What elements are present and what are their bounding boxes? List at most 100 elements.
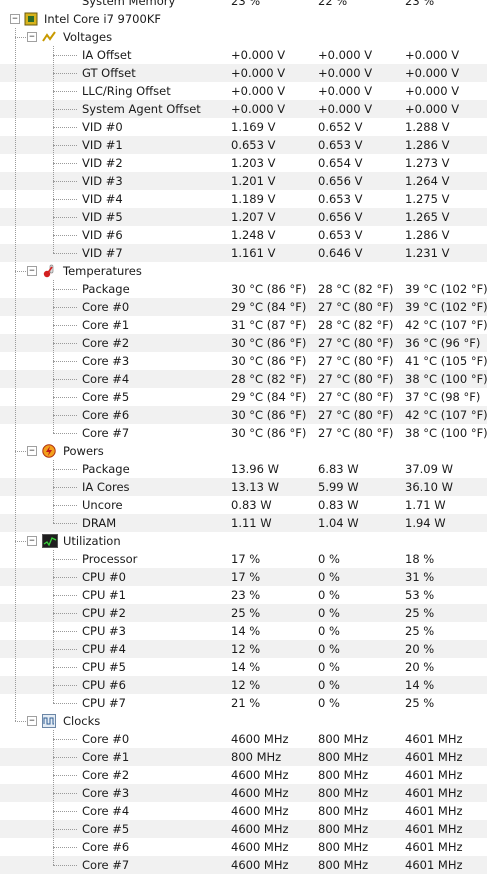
sensor-value: 1.161 V (231, 246, 276, 260)
sensor-value: 12 % (231, 678, 261, 692)
list-item[interactable]: Core #5 4600 MHz 800 MHz 4601 MHz (0, 820, 487, 838)
list-item[interactable]: VID #1 0.653 V 0.653 V 1.286 V (0, 136, 487, 154)
list-item[interactable]: Core #6 4600 MHz 800 MHz 4601 MHz (0, 838, 487, 856)
list-item[interactable]: Core #3 30 °C (86 °F) 27 °C (80 °F) 41 °C (… (0, 352, 487, 370)
list-item[interactable]: Core #1 800 MHz 800 MHz 4601 MHz (0, 748, 487, 766)
list-item[interactable]: Core #7 30 °C (86 °F) 27 °C (80 °F) 38 °C (… (0, 424, 487, 442)
list-item[interactable]: CPU #1 23 % 0 % 53 % (0, 586, 487, 604)
list-item[interactable]: CPU #6 12 % 0 % 14 % (0, 676, 487, 694)
sensor-value: 800 MHz (318, 732, 369, 746)
sensor-value: 27 °C (80 °F) (318, 372, 394, 386)
collapse-toggle[interactable]: − (27, 536, 37, 546)
sensor-value: 1.201 V (231, 174, 276, 188)
list-item[interactable]: IA Offset +0.000 V +0.000 V +0.000 V (0, 46, 487, 64)
list-item[interactable]: VID #5 1.207 V 0.656 V 1.265 V (0, 208, 487, 226)
tree-connector (53, 55, 77, 56)
sensor-value: 0 % (318, 606, 340, 620)
list-item[interactable]: GT Offset +0.000 V +0.000 V +0.000 V (0, 64, 487, 82)
sensor-value: 27 °C (80 °F) (318, 408, 394, 422)
list-item[interactable]: Core #5 29 °C (84 °F) 27 °C (80 °F) 37 °C (… (0, 388, 487, 406)
cpu-node[interactable]: − Intel Core i7 9700KF (0, 10, 487, 28)
group-temperatures[interactable]: − Temperatures (0, 262, 487, 280)
list-item[interactable]: IA Cores 13.13 W 5.99 W 36.10 W (0, 478, 487, 496)
sensor-value: 31 % (405, 570, 435, 584)
list-item[interactable]: CPU #4 12 % 0 % 20 % (0, 640, 487, 658)
list-item[interactable]: VID #2 1.203 V 0.654 V 1.273 V (0, 154, 487, 172)
tree-connector (53, 235, 77, 236)
collapse-toggle[interactable]: − (27, 266, 37, 276)
group-voltages[interactable]: − Voltages (0, 28, 487, 46)
list-item[interactable]: Core #4 28 °C (82 °F) 27 °C (80 °F) 38 °C (… (0, 370, 487, 388)
sensor-value: 0 % (318, 696, 340, 710)
sensor-value: 23 % (231, 588, 261, 602)
list-item[interactable]: LLC/Ring Offset +0.000 V +0.000 V +0.000 V (0, 82, 487, 100)
group-clocks[interactable]: − Clocks (0, 712, 487, 730)
list-item[interactable]: Core #7 4600 MHz 800 MHz 4601 MHz (0, 856, 487, 874)
sensor-value: 800 MHz (318, 750, 369, 764)
sensor-value: 27 °C (80 °F) (318, 426, 394, 440)
sensor-value: 42 °C (107 °F) (405, 408, 487, 422)
tree-connector (53, 181, 77, 182)
list-item[interactable]: CPU #7 21 % 0 % 25 % (0, 694, 487, 712)
sensor-value: 0 % (318, 660, 340, 674)
sensor-value: 0.83 W (231, 498, 272, 512)
list-item[interactable]: CPU #3 14 % 0 % 25 % (0, 622, 487, 640)
list-item[interactable]: CPU #5 14 % 0 % 20 % (0, 658, 487, 676)
sensor-value: 0 % (318, 624, 340, 638)
sensor-value: 4600 MHz (231, 804, 289, 818)
collapse-toggle[interactable]: − (27, 446, 37, 456)
list-item[interactable]: CPU #0 17 % 0 % 31 % (0, 568, 487, 586)
tree-connector (53, 397, 77, 398)
sensor-value: 4601 MHz (405, 858, 463, 872)
tree-connector (53, 631, 77, 632)
list-item[interactable]: System Memory 23 % 22 % 23 % (0, 0, 487, 10)
list-item[interactable]: Processor 17 % 0 % 18 % (0, 550, 487, 568)
tree-connector (53, 730, 54, 865)
sensor-value: 23 % (231, 0, 261, 8)
list-item[interactable]: Uncore 0.83 W 0.83 W 1.71 W (0, 496, 487, 514)
list-item[interactable]: VID #0 1.169 V 0.652 V 1.288 V (0, 118, 487, 136)
list-item[interactable]: VID #3 1.201 V 0.656 V 1.264 V (0, 172, 487, 190)
sensor-value: 39 °C (102 °F) (405, 300, 487, 314)
list-item[interactable]: Package 30 °C (86 °F) 28 °C (82 °F) 39 °C (… (0, 280, 487, 298)
list-item[interactable]: System Agent Offset +0.000 V +0.000 V +0.00… (0, 100, 487, 118)
list-item[interactable]: Core #0 29 °C (84 °F) 27 °C (80 °F) 39 °C (… (0, 298, 487, 316)
tree-connector (15, 37, 26, 38)
list-item[interactable]: DRAM 1.11 W 1.04 W 1.94 W (0, 514, 487, 532)
collapse-toggle[interactable]: − (27, 32, 37, 42)
sensor-label: Core #6 (82, 408, 130, 422)
collapse-toggle[interactable]: − (27, 716, 37, 726)
sensor-value: +0.000 V (318, 102, 373, 116)
sensor-value: 1.94 W (405, 516, 446, 530)
tree-connector (53, 703, 77, 704)
sensor-value: 800 MHz (318, 858, 369, 872)
collapse-toggle[interactable]: − (10, 14, 20, 24)
sensor-value: 41 °C (105 °F) (405, 354, 487, 368)
group-powers[interactable]: − Powers (0, 442, 487, 460)
sensor-value: 30 °C (86 °F) (231, 354, 307, 368)
list-item[interactable]: Core #2 4600 MHz 800 MHz 4601 MHz (0, 766, 487, 784)
list-item[interactable]: VID #6 1.248 V 0.653 V 1.286 V (0, 226, 487, 244)
list-item[interactable]: Core #1 31 °C (87 °F) 28 °C (82 °F) 42 °C (… (0, 316, 487, 334)
sensor-label: Package (82, 462, 130, 476)
sensor-value: +0.000 V (318, 48, 373, 62)
sensor-value: 800 MHz (318, 840, 369, 854)
list-item[interactable]: CPU #2 25 % 0 % 25 % (0, 604, 487, 622)
sensor-value: 14 % (405, 678, 435, 692)
sensor-value: 800 MHz (318, 786, 369, 800)
sensor-value: 800 MHz (318, 804, 369, 818)
list-item[interactable]: Core #3 4600 MHz 800 MHz 4601 MHz (0, 784, 487, 802)
list-item[interactable]: Package 13.96 W 6.83 W 37.09 W (0, 460, 487, 478)
tree-connector (53, 685, 77, 686)
tree-connector (53, 775, 77, 776)
list-item[interactable]: Core #2 30 °C (86 °F) 27 °C (80 °F) 36 °C (… (0, 334, 487, 352)
sensor-value: 1.189 V (231, 192, 276, 206)
list-item[interactable]: VID #4 1.189 V 0.653 V 1.275 V (0, 190, 487, 208)
list-item[interactable]: Core #4 4600 MHz 800 MHz 4601 MHz (0, 802, 487, 820)
list-item[interactable]: Core #0 4600 MHz 800 MHz 4601 MHz (0, 730, 487, 748)
list-item[interactable]: VID #7 1.161 V 0.646 V 1.231 V (0, 244, 487, 262)
sensor-label: VID #6 (82, 228, 123, 242)
group-utilization[interactable]: − Utilization (0, 532, 487, 550)
group-label: Temperatures (63, 264, 142, 278)
list-item[interactable]: Core #6 30 °C (86 °F) 27 °C (80 °F) 42 °C (… (0, 406, 487, 424)
